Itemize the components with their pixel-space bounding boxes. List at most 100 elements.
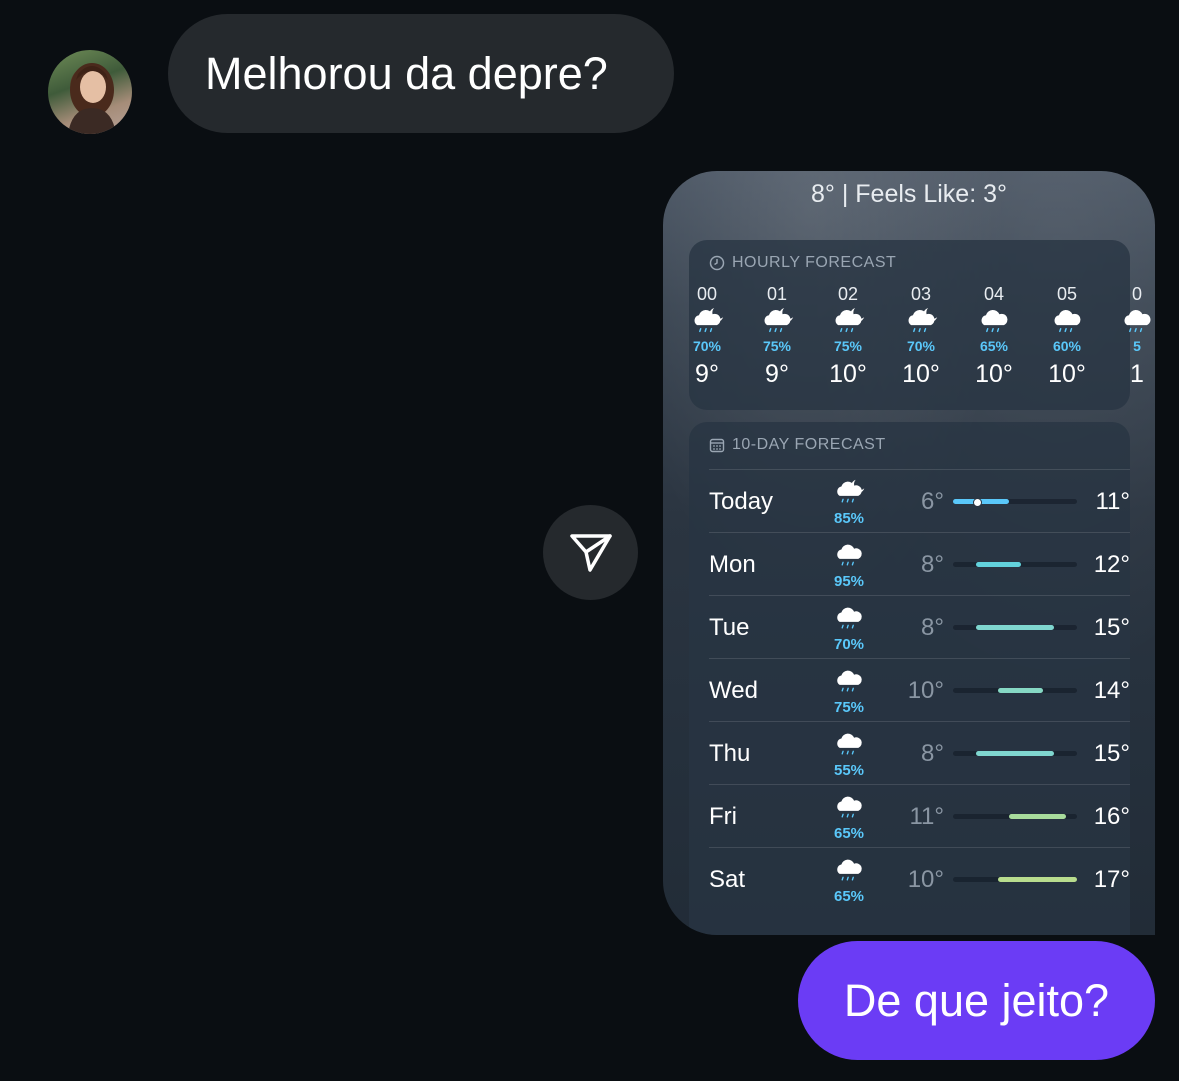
- temperature-range-bar: [953, 498, 1077, 507]
- send-icon: [569, 533, 612, 572]
- current-temperature: 8° | Feels Like: 3°: [810, 180, 1008, 208]
- day-name: Today: [709, 488, 774, 515]
- hour-label: 01: [766, 284, 788, 304]
- clock-icon: [709, 255, 725, 271]
- hour-precipitation: 70%: [692, 338, 722, 354]
- hour-precipitation: 70%: [906, 338, 936, 354]
- day-low-temp: 10°: [907, 866, 944, 893]
- daily-forecast-title: 10-DAY FORECAST: [709, 436, 886, 454]
- temperature-range-bar: [953, 877, 1077, 882]
- avatar-photo: [68, 63, 116, 134]
- cloud-rain-icon: [1107, 304, 1155, 338]
- day-low-temp: 8°: [921, 551, 944, 578]
- day-precipitation: 75%: [833, 699, 865, 716]
- hourly-forecast-panel: HOURLY FORECAST 00 70% 9° 01 75% 9° 02 75% 10° 03…: [689, 240, 1151, 410]
- cloud-moon-rain-icon: [829, 478, 869, 512]
- hourly-forecast-title: HOURLY FORECAST: [709, 254, 896, 272]
- day-low-temp: 8°: [921, 740, 944, 767]
- hour-label: 00: [696, 284, 718, 304]
- daily-forecast-row: Thu 55% 8° 15°: [709, 721, 1130, 785]
- incoming-message-bubble[interactable]: Melhorou da depre?: [168, 14, 674, 133]
- hour-precipitation: 75%: [833, 338, 863, 354]
- hourly-item: 04 65% 10°: [964, 284, 1024, 389]
- temperature-range-bar: [953, 814, 1077, 819]
- hour-temperature: 10°: [902, 360, 940, 388]
- cloud-rain-icon: [829, 730, 869, 764]
- temperature-range-bar: [953, 625, 1077, 630]
- hour-precipitation: 65%: [979, 338, 1009, 354]
- temperature-range-bar: [953, 751, 1077, 756]
- day-low-temp: 8°: [921, 614, 944, 641]
- outgoing-message-bubble[interactable]: De que jeito?: [798, 941, 1155, 1060]
- daily-forecast-panel: 10-DAY FORECAST Today 85% 6° 11° Mon 95% 8° 12°…: [689, 422, 1130, 935]
- daily-forecast-row: Today 85% 6° 11°: [709, 469, 1130, 533]
- day-high-temp: 12°: [1093, 551, 1130, 578]
- daily-forecast-title-text: 10-DAY FORECAST: [732, 436, 886, 453]
- hourly-item: 03 70% 10°: [891, 284, 951, 389]
- day-precipitation: 70%: [833, 636, 865, 653]
- temperature-range-fill: [953, 498, 1010, 507]
- daily-forecast-row: Wed 75% 10° 14°: [709, 658, 1130, 722]
- incoming-message-text: Melhorou da depre?: [205, 47, 608, 99]
- day-precipitation: 85%: [833, 510, 865, 527]
- share-button[interactable]: [543, 505, 638, 600]
- current-temp-dot: [972, 498, 982, 507]
- hour-precipitation: 5: [1133, 338, 1141, 354]
- hour-label: 05: [1056, 284, 1078, 304]
- day-name: Mon: [709, 551, 756, 578]
- daily-forecast-row: Tue 70% 8° 15°: [709, 595, 1130, 659]
- cloud-moon-rain-icon: [747, 304, 807, 338]
- cloud-rain-icon: [1037, 304, 1097, 338]
- hour-temperature: 9°: [695, 360, 719, 388]
- temperature-range-fill: [975, 562, 1021, 567]
- day-precipitation: 65%: [833, 888, 865, 905]
- hourly-item: 01 75% 9°: [747, 284, 807, 389]
- hour-temperature: 1: [1130, 360, 1144, 388]
- temperature-range-bar: [953, 562, 1077, 567]
- day-name: Wed: [709, 677, 758, 704]
- temperature-range-bar: [953, 688, 1077, 693]
- temperature-range-fill: [975, 751, 1055, 756]
- day-high-temp: 15°: [1093, 614, 1130, 641]
- cloud-rain-icon: [829, 856, 869, 890]
- daily-forecast-row: Mon 95% 8° 12°: [709, 532, 1130, 596]
- hourly-forecast-title-text: HOURLY FORECAST: [732, 254, 897, 271]
- day-name: Thu: [709, 740, 751, 767]
- hourly-item: 05 60% 10°: [1037, 284, 1097, 389]
- cloud-rain-icon: [829, 604, 869, 638]
- day-high-temp: 14°: [1093, 677, 1130, 704]
- hour-temperature: 9°: [765, 360, 789, 388]
- hourly-item: 00 70% 9°: [677, 284, 737, 389]
- cloud-rain-icon: [829, 541, 869, 575]
- temperature-range-fill: [998, 688, 1044, 693]
- day-name: Sat: [709, 866, 746, 893]
- hour-label: 04: [983, 284, 1005, 304]
- day-precipitation: 95%: [833, 573, 865, 590]
- hour-precipitation: 75%: [762, 338, 792, 354]
- hourly-item: 02 75% 10°: [818, 284, 878, 389]
- temperature-range-fill: [1009, 814, 1066, 819]
- day-low-temp: 10°: [907, 677, 944, 704]
- hourly-item: 0 5 1: [1107, 284, 1155, 389]
- hour-label: 03: [910, 284, 932, 304]
- cloud-moon-rain-icon: [677, 304, 737, 338]
- hour-temperature: 10°: [829, 360, 867, 388]
- day-name: Tue: [709, 614, 750, 641]
- day-high-temp: 16°: [1093, 803, 1130, 830]
- hour-precipitation: 60%: [1052, 338, 1082, 354]
- day-precipitation: 65%: [833, 825, 865, 842]
- outgoing-message-text: De que jeito?: [843, 974, 1110, 1026]
- day-name: Fri: [709, 803, 737, 830]
- day-high-temp: 15°: [1093, 740, 1130, 767]
- cloud-rain-icon: [964, 304, 1024, 338]
- day-low-temp: 11°: [909, 803, 944, 830]
- cloud-moon-rain-icon: [891, 304, 951, 338]
- day-high-temp: 11°: [1095, 488, 1130, 515]
- contact-avatar[interactable]: [48, 50, 132, 134]
- daily-forecast-row: Fri 65% 11° 16°: [709, 784, 1130, 848]
- daily-forecast-row: Sat 65% 10° 17°: [709, 847, 1130, 911]
- temperature-range-fill: [998, 877, 1077, 882]
- calendar-icon: [709, 438, 725, 453]
- day-low-temp: 6°: [921, 488, 944, 515]
- weather-screenshot-attachment[interactable]: 8° | Feels Like: 3° HOURLY FORECAST 00 70…: [663, 171, 1155, 935]
